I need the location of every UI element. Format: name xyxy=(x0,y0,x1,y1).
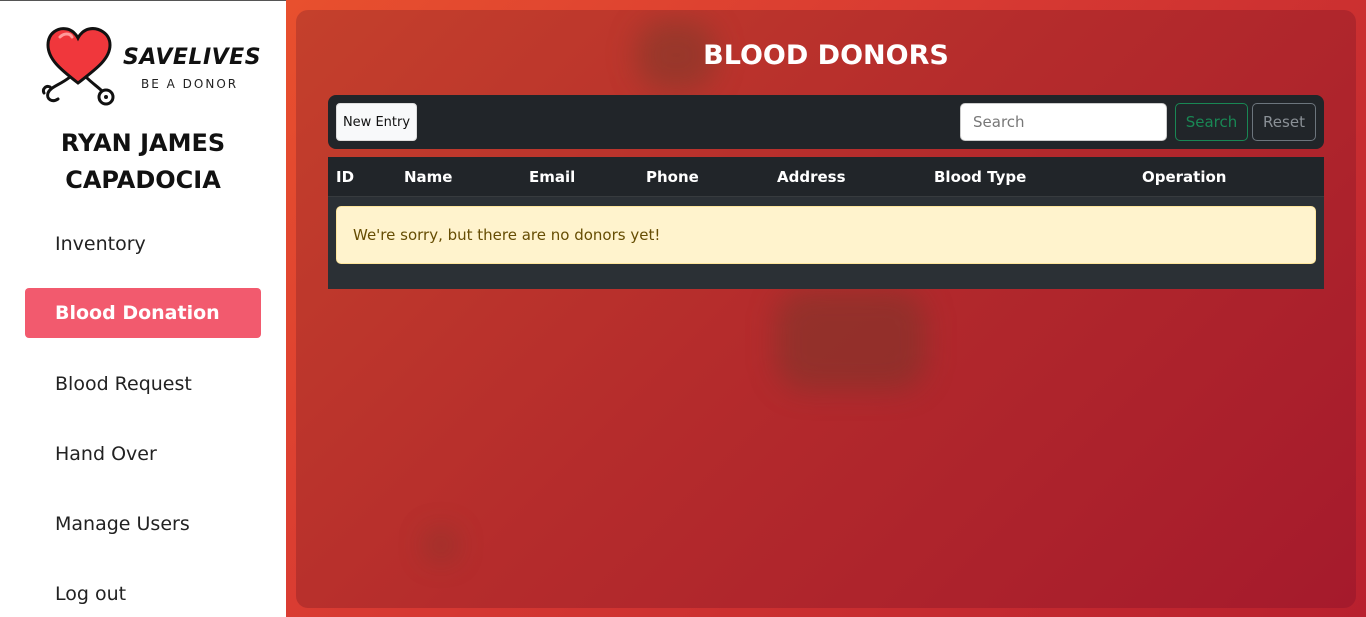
brand-tagline: BE A DONOR xyxy=(141,77,239,91)
background-blob xyxy=(776,290,926,390)
page-title: BLOOD DONORS xyxy=(703,40,949,71)
brand-name: SAVELIVES xyxy=(123,45,262,70)
sidebar-item-blood-request[interactable]: Blood Request xyxy=(25,359,261,409)
reset-button[interactable]: Reset xyxy=(1252,103,1316,141)
background-blob xyxy=(426,530,456,560)
table-header: ID Name Email Phone Address Blood Type O… xyxy=(328,157,1324,197)
column-header-phone[interactable]: Phone xyxy=(646,157,699,197)
content-panel: BLOOD DONORS New Entry Search Reset ID N… xyxy=(296,10,1356,608)
column-header-address[interactable]: Address xyxy=(777,157,846,197)
column-header-email[interactable]: Email xyxy=(529,157,575,197)
user-name-line1: RYAN JAMES xyxy=(60,129,226,157)
sidebar-item-blood-donation[interactable]: Blood Donation xyxy=(25,288,261,338)
empty-state-alert: We're sorry, but there are no donors yet… xyxy=(336,206,1316,264)
column-header-name[interactable]: Name xyxy=(404,157,452,197)
user-name: RYAN JAMES CAPADOCIA xyxy=(0,125,286,199)
sidebar-item-hand-over[interactable]: Hand Over xyxy=(25,429,261,479)
column-header-blood-type[interactable]: Blood Type xyxy=(934,157,1026,197)
main-area: BLOOD DONORS New Entry Search Reset ID N… xyxy=(286,0,1366,617)
sidebar: SAVELIVES BE A DONOR RYAN JAMES CAPADOCI… xyxy=(0,0,286,617)
search-button[interactable]: Search xyxy=(1175,103,1248,141)
new-entry-button[interactable]: New Entry xyxy=(336,103,417,141)
brand-logo[interactable]: SAVELIVES BE A DONOR xyxy=(40,25,262,115)
donors-table: ID Name Email Phone Address Blood Type O… xyxy=(328,157,1324,289)
sidebar-item-inventory[interactable]: Inventory xyxy=(25,219,261,269)
user-name-line2: CAPADOCIA xyxy=(65,166,221,194)
toolbar: New Entry Search Reset xyxy=(328,95,1324,149)
column-header-id[interactable]: ID xyxy=(336,157,354,197)
heart-stethoscope-icon xyxy=(42,27,115,106)
sidebar-item-log-out[interactable]: Log out xyxy=(25,569,261,617)
column-header-operation[interactable]: Operation xyxy=(1142,157,1226,197)
search-input[interactable] xyxy=(960,103,1167,141)
sidebar-item-manage-users[interactable]: Manage Users xyxy=(25,499,261,549)
